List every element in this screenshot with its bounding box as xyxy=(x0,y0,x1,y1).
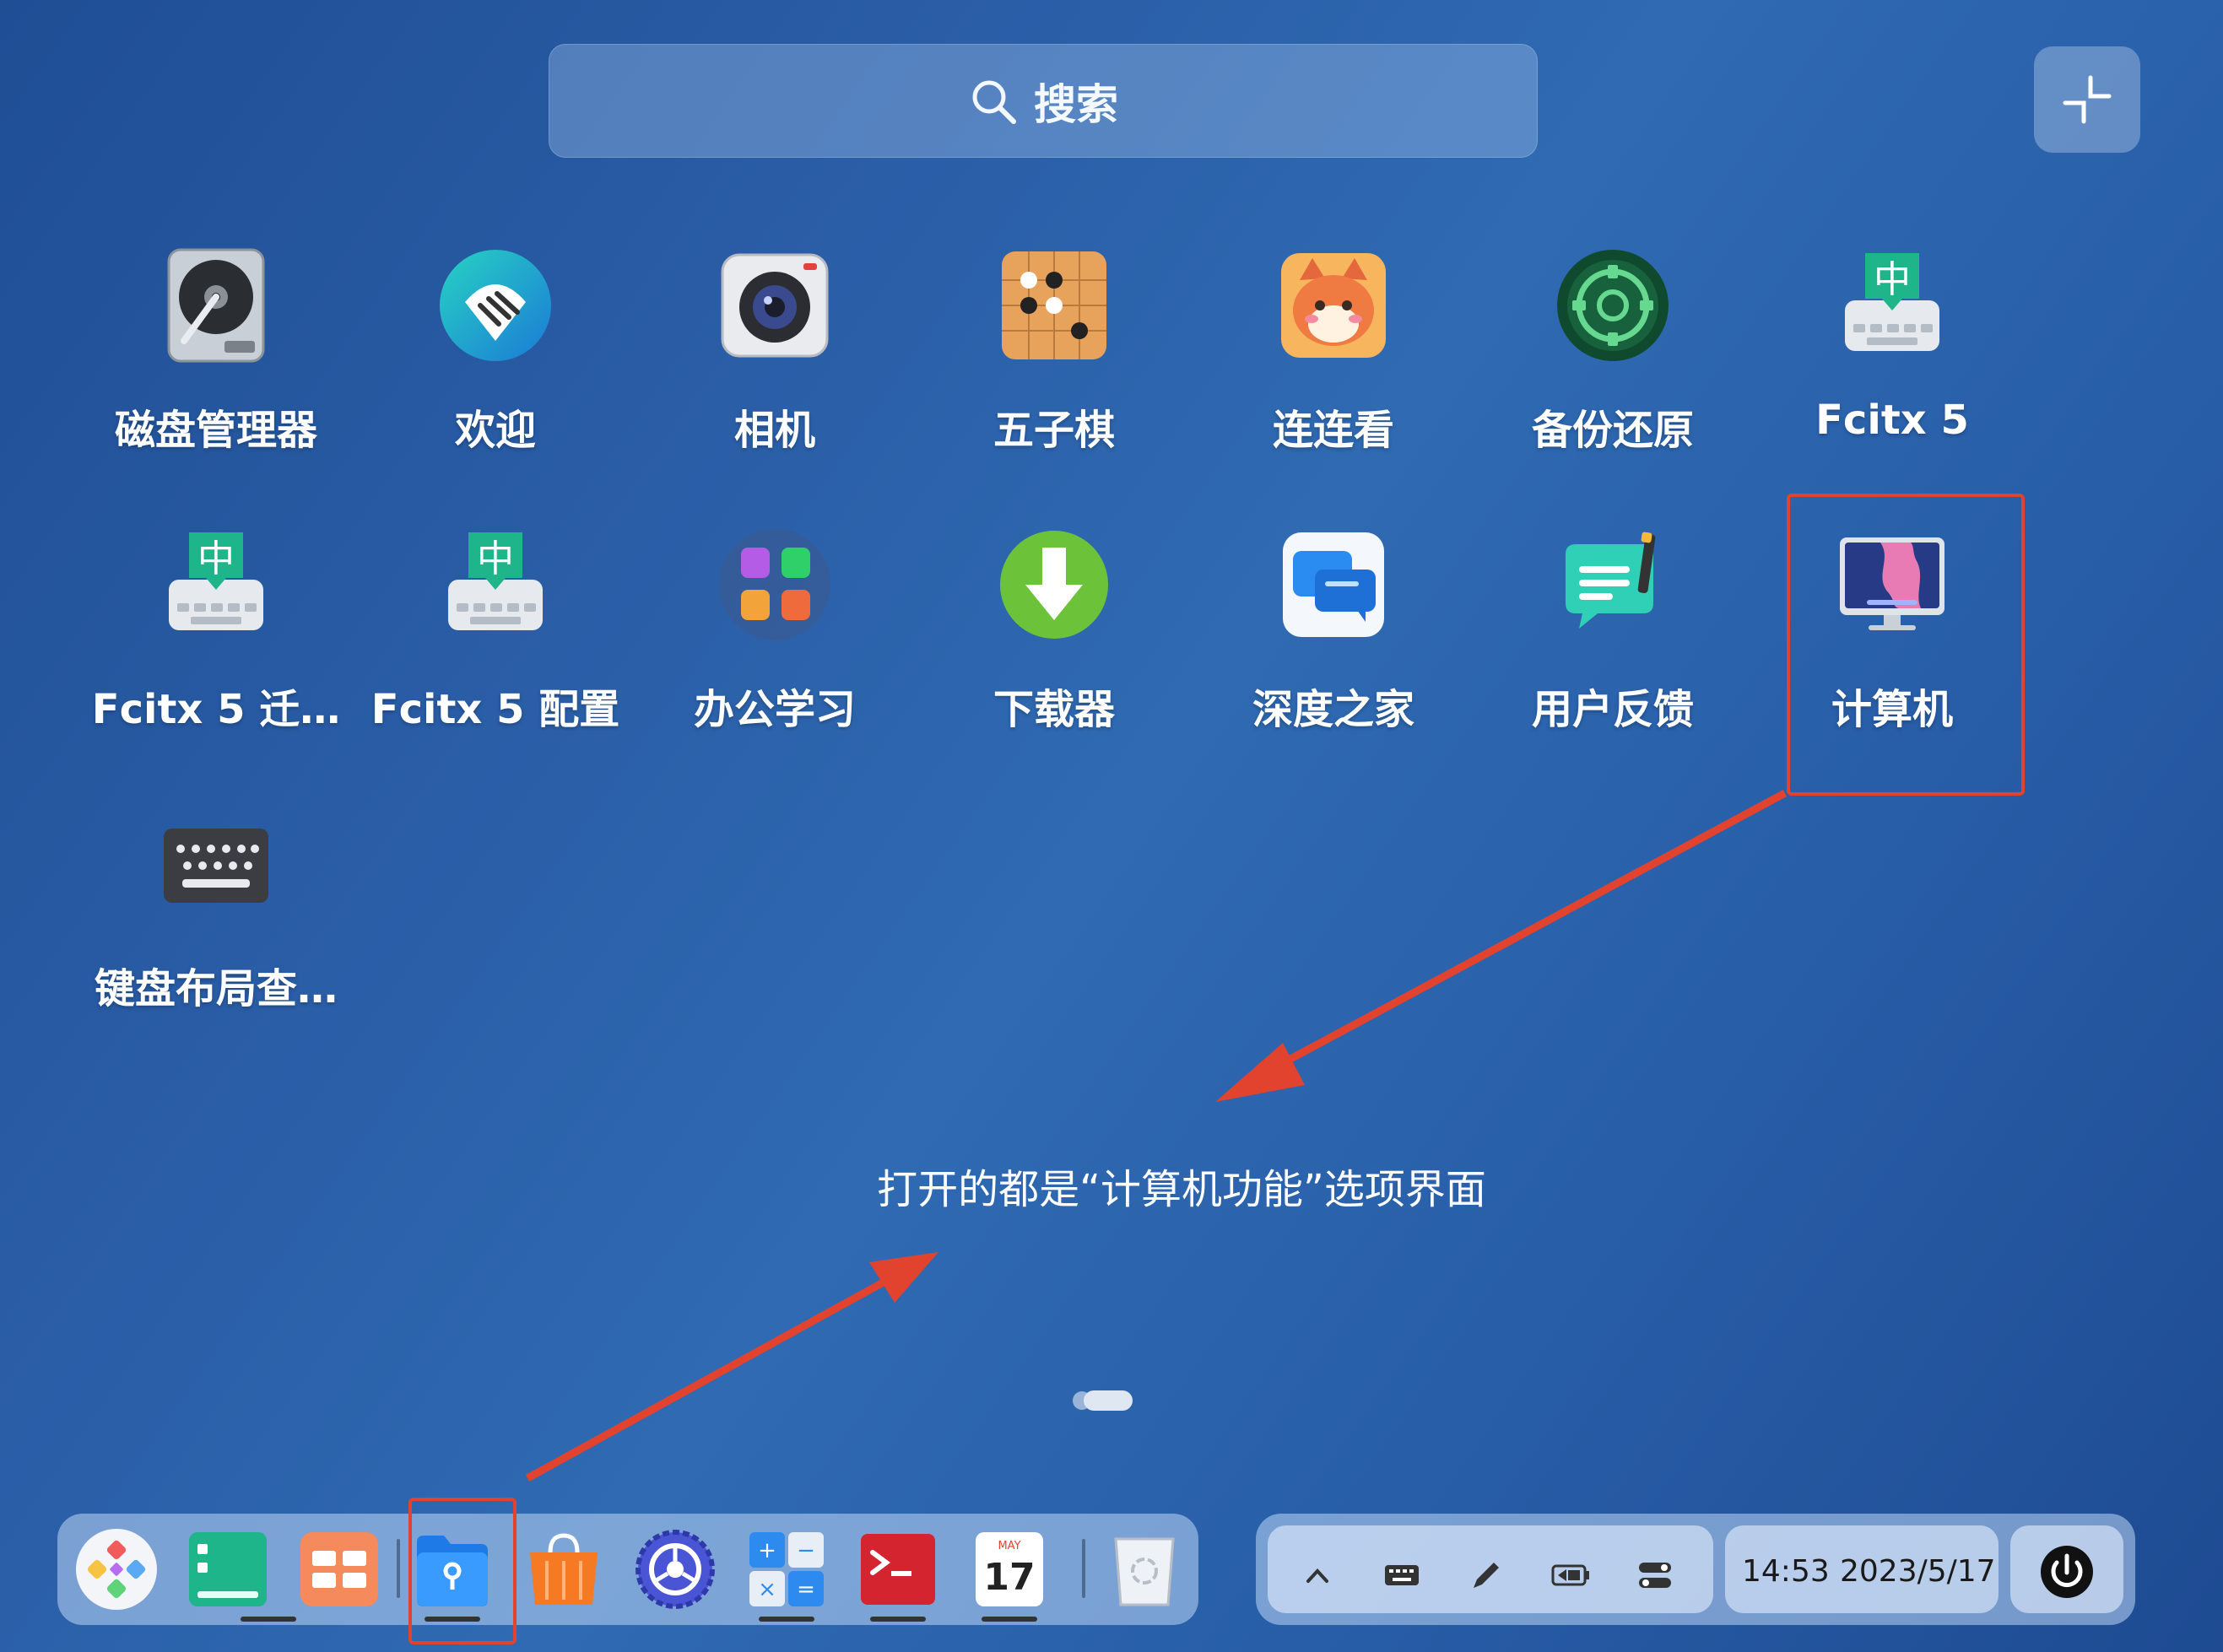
svg-text:MAY: MAY xyxy=(998,1540,1020,1552)
system-tray: 14:53 2023/5/17 xyxy=(1256,1514,2135,1625)
power-button[interactable] xyxy=(2010,1525,2123,1613)
calculator-button[interactable]: + − × = xyxy=(744,1527,829,1612)
workspace-icon xyxy=(300,1532,378,1606)
terminal-button[interactable] xyxy=(856,1527,940,1612)
svg-text:=: = xyxy=(797,1577,815,1602)
clock-time: 14:53 xyxy=(1742,1554,1830,1589)
arrow-head-icon xyxy=(869,1252,938,1303)
dock-separator xyxy=(397,1539,400,1598)
app-store-button[interactable] xyxy=(522,1527,606,1612)
file-manager-highlight-box xyxy=(408,1498,517,1644)
page-indicator[interactable] xyxy=(1070,1388,1134,1413)
multitask-view-button[interactable] xyxy=(186,1527,270,1612)
running-indicator xyxy=(241,1617,296,1622)
power-icon xyxy=(2041,1546,2093,1598)
svg-text:+: + xyxy=(758,1538,776,1563)
control-center-button[interactable] xyxy=(633,1527,717,1612)
battery-icon[interactable] xyxy=(1550,1554,1592,1596)
calendar-button[interactable]: MAY 17 xyxy=(967,1527,1052,1612)
trash-button[interactable] xyxy=(1102,1527,1187,1612)
keyboard-icon[interactable] xyxy=(1381,1554,1423,1596)
calculator-icon: + − × = xyxy=(749,1532,824,1606)
control-center-icon xyxy=(636,1530,715,1609)
svg-text:17: 17 xyxy=(983,1556,1035,1599)
running-indicator xyxy=(982,1617,1037,1622)
trash-icon xyxy=(1114,1537,1175,1606)
arrow-head-icon xyxy=(1215,1043,1305,1102)
launcher-icon xyxy=(76,1529,157,1610)
clock-widget[interactable]: 14:53 2023/5/17 xyxy=(1725,1525,1999,1613)
multitask-view-icon xyxy=(189,1532,267,1606)
calendar-icon: MAY 17 xyxy=(976,1532,1043,1606)
svg-text:−: − xyxy=(797,1538,815,1563)
dock-separator xyxy=(1082,1539,1085,1598)
toggles-icon[interactable] xyxy=(1634,1554,1676,1596)
terminal-icon xyxy=(861,1534,935,1605)
annotation-text: 打开的都是“计算机功能”选项界面 xyxy=(877,1166,1486,1213)
pen-icon[interactable] xyxy=(1465,1554,1507,1596)
workspace-button[interactable] xyxy=(297,1527,381,1612)
app-store-icon xyxy=(530,1533,598,1605)
chevron-up-icon[interactable] xyxy=(1296,1554,1339,1596)
clock-date: 2023/5/17 xyxy=(1840,1554,1996,1589)
running-indicator xyxy=(759,1617,814,1622)
tray-icon-group xyxy=(1268,1525,1713,1613)
launcher-button[interactable] xyxy=(74,1527,159,1612)
running-indicator xyxy=(870,1617,926,1622)
svg-text:×: × xyxy=(758,1577,776,1602)
dock: + − × = MAY 17 xyxy=(57,1514,1198,1625)
